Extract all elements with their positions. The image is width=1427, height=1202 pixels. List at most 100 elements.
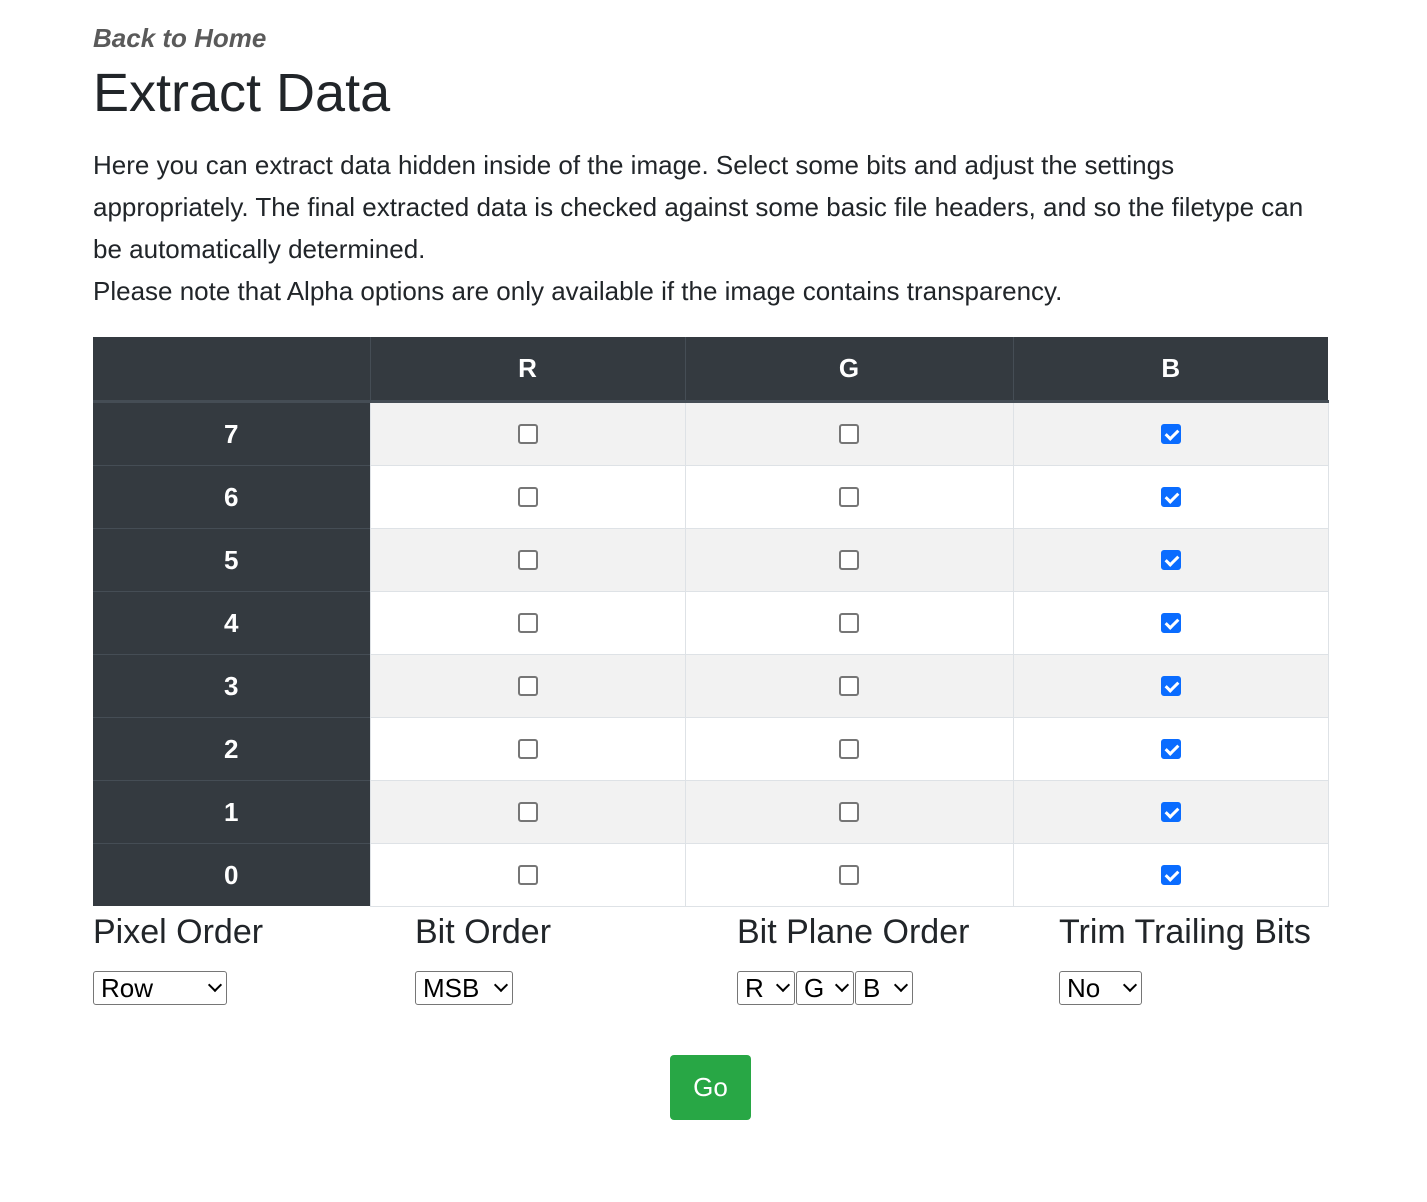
- bit-cell-b: [1012, 528, 1329, 592]
- bit-cell-g: [684, 465, 1014, 529]
- bit-checkbox-r-1[interactable]: [517, 802, 538, 822]
- bit-checkbox-g-1[interactable]: [839, 802, 859, 822]
- bit-cell-b: [1012, 401, 1329, 466]
- bit-row-label: 3: [93, 654, 370, 718]
- bit-order-option: Bit Order MSB: [415, 910, 551, 1005]
- bit-checkbox-r-2[interactable]: [517, 739, 538, 759]
- bit-order-label: Bit Order: [415, 913, 552, 951]
- bit-order-value: MSB: [423, 972, 480, 1003]
- bit-row-label: 6: [93, 465, 370, 529]
- bit-rows: 76543210: [93, 401, 1329, 907]
- page-description: Here you can extract data hidden inside …: [93, 144, 1328, 312]
- bit-plane-value-2: G: [804, 972, 825, 1003]
- bit-checkbox-r-6[interactable]: [517, 487, 538, 507]
- bit-cell-r: [369, 591, 686, 655]
- table-row: 0: [93, 843, 1329, 907]
- bit-checkbox-g-3[interactable]: [839, 676, 859, 696]
- bit-checkbox-g-0[interactable]: [839, 864, 859, 885]
- bit-row-label: 1: [93, 780, 370, 844]
- bit-checkbox-g-4[interactable]: [839, 613, 859, 633]
- bit-checkbox-b-0[interactable]: [1160, 864, 1181, 885]
- chevron-down-icon: [1122, 977, 1138, 993]
- table-row: 4: [93, 591, 1329, 655]
- bit-cell-g: [684, 591, 1014, 655]
- bit-plane-select-1[interactable]: R: [737, 971, 795, 1005]
- bit-cell-g: [684, 401, 1014, 466]
- bit-checkbox-r-5[interactable]: [517, 550, 538, 570]
- bit-checkbox-b-7[interactable]: [1160, 424, 1181, 444]
- go-button[interactable]: Go: [670, 1055, 751, 1120]
- alpha-note: Please note that Alpha options are only …: [93, 276, 1063, 306]
- chevron-down-icon: [207, 977, 223, 993]
- bit-cell-r: [369, 465, 686, 529]
- bit-selection-table: R G B 76543210: [93, 337, 1329, 907]
- bit-cell-g: [684, 528, 1014, 592]
- bit-checkbox-r-0[interactable]: [517, 864, 538, 885]
- bit-cell-r: [369, 654, 686, 718]
- bit-cell-r: [369, 717, 686, 781]
- bit-row-label: 2: [93, 717, 370, 781]
- table-row: 2: [93, 717, 1329, 781]
- bit-cell-r: [369, 843, 686, 907]
- table-row: 7: [93, 401, 1329, 466]
- column-header-g: G: [684, 337, 1013, 403]
- bit-cell-b: [1012, 654, 1329, 718]
- bit-cell-r: [369, 401, 686, 466]
- bit-plane-order-option: Bit Plane Order R G B: [737, 910, 969, 1005]
- bit-checkbox-b-1[interactable]: [1160, 802, 1181, 822]
- pixel-order-value: Row: [101, 972, 154, 1003]
- bit-plane-select-2[interactable]: G: [796, 971, 854, 1005]
- bit-checkbox-b-6[interactable]: [1160, 487, 1181, 507]
- table-row: 5: [93, 528, 1329, 592]
- trim-trailing-bits-option: Trim Trailing Bits No: [1059, 910, 1311, 1005]
- bit-order-select[interactable]: MSB: [415, 971, 513, 1005]
- bit-cell-b: [1012, 780, 1329, 844]
- table-header-row: R G B: [93, 337, 1328, 403]
- bit-row-label: 4: [93, 591, 370, 655]
- bit-cell-g: [684, 654, 1014, 718]
- bit-checkbox-g-5[interactable]: [839, 550, 859, 570]
- bit-cell-r: [369, 780, 686, 844]
- table-row: 6: [93, 465, 1329, 529]
- table-row: 3: [93, 654, 1329, 718]
- bit-row-label: 0: [93, 843, 370, 906]
- bit-checkbox-b-4[interactable]: [1160, 613, 1181, 633]
- bit-checkbox-b-5[interactable]: [1160, 550, 1181, 570]
- chevron-down-icon: [834, 977, 850, 993]
- bit-checkbox-b-3[interactable]: [1160, 676, 1181, 696]
- bit-checkbox-g-6[interactable]: [839, 487, 859, 507]
- pixel-order-select[interactable]: Row: [93, 971, 227, 1005]
- bit-plane-select-3[interactable]: B: [855, 971, 913, 1005]
- main-container: Back to Home Extract Data Here you can e…: [93, 0, 1329, 1120]
- bit-cell-b: [1012, 465, 1329, 529]
- bit-cell-r: [369, 528, 686, 592]
- bit-row-label: 5: [93, 528, 370, 592]
- bit-cell-g: [684, 780, 1014, 844]
- back-to-home-link[interactable]: Back to Home: [93, 22, 1328, 54]
- pixel-order-label: Pixel Order: [93, 913, 264, 951]
- bit-checkbox-g-7[interactable]: [839, 424, 859, 444]
- chevron-down-icon: [893, 977, 909, 993]
- bit-checkbox-r-7[interactable]: [517, 424, 538, 444]
- table-corner-cell: [93, 337, 370, 403]
- bit-cell-g: [684, 843, 1014, 907]
- description-paragraph: Here you can extract data hidden inside …: [93, 150, 1304, 264]
- bit-plane-value-1: R: [745, 972, 764, 1003]
- trim-trailing-bits-select[interactable]: No: [1059, 971, 1142, 1005]
- trim-trailing-bits-value: No: [1067, 972, 1101, 1003]
- bit-checkbox-g-2[interactable]: [839, 739, 859, 759]
- bit-row-label: 7: [93, 401, 370, 466]
- column-header-b: B: [1012, 337, 1328, 403]
- bit-checkbox-r-3[interactable]: [517, 676, 538, 696]
- bit-checkbox-b-2[interactable]: [1160, 739, 1181, 759]
- pixel-order-option: Pixel Order Row: [93, 910, 263, 1005]
- table-row: 1: [93, 780, 1329, 844]
- bit-cell-b: [1012, 591, 1329, 655]
- bit-cell-g: [684, 717, 1014, 781]
- chevron-down-icon: [493, 977, 509, 993]
- bit-checkbox-r-4[interactable]: [517, 613, 538, 633]
- bit-plane-order-label: Bit Plane Order: [737, 913, 970, 951]
- column-header-r: R: [369, 337, 685, 403]
- bit-plane-order-selects: R G B: [737, 971, 969, 1005]
- bit-cell-b: [1012, 843, 1329, 907]
